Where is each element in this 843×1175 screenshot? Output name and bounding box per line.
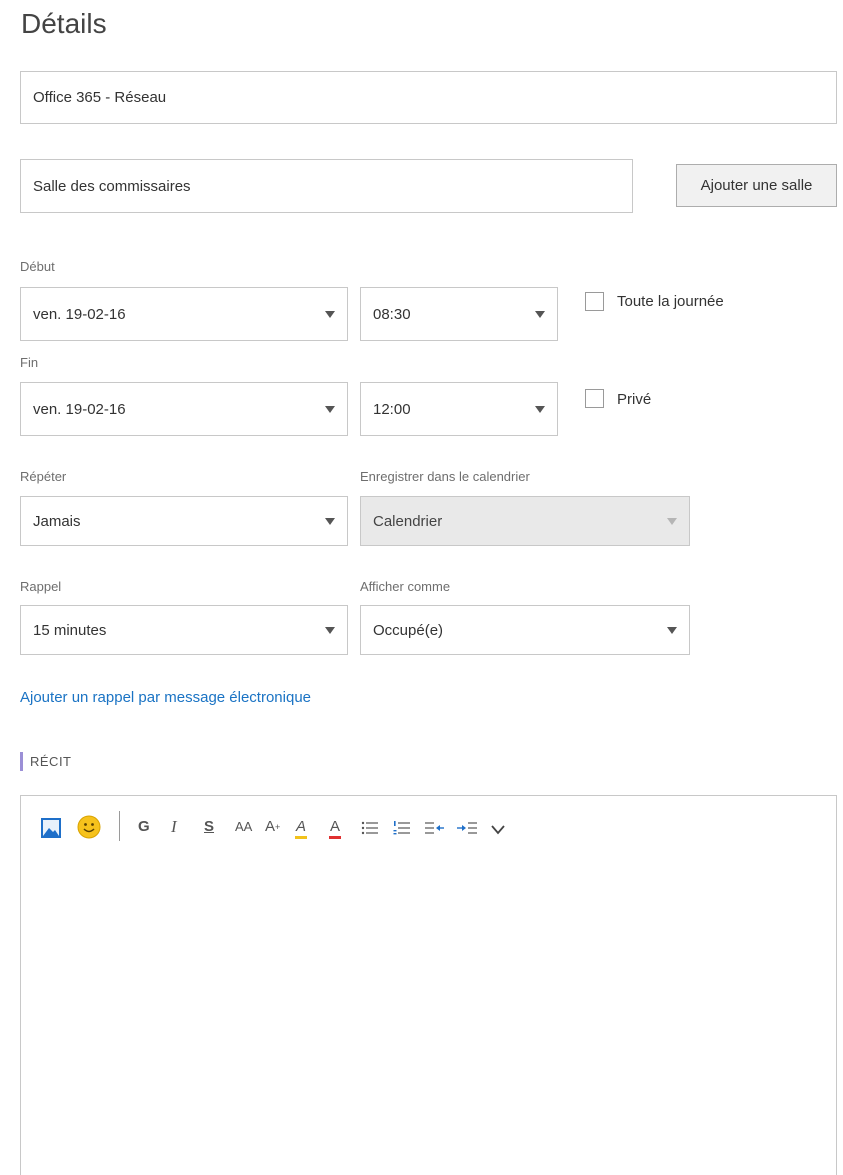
subject-value: Office 365 - Réseau (33, 89, 167, 106)
italic-button[interactable]: I (171, 818, 177, 836)
superscript-button[interactable]: A+ (265, 818, 280, 836)
chevron-down-icon (325, 406, 335, 413)
section-accent-bar (20, 752, 23, 771)
numbered-list-button[interactable] (393, 821, 411, 840)
chevron-down-icon (325, 518, 335, 525)
reminder-label: Rappel (20, 579, 62, 594)
end-date-select[interactable]: ven. 19-02-16 (20, 382, 348, 436)
chevron-down-icon (325, 627, 335, 634)
chevron-down-icon (667, 627, 677, 634)
superscript-mark: + (275, 822, 281, 832)
all-day-checkbox[interactable] (585, 292, 604, 311)
image-icon (41, 818, 61, 838)
reminder-select[interactable]: 15 minutes (20, 605, 348, 655)
chevron-down-icon (535, 406, 545, 413)
underline-button[interactable]: S (204, 818, 214, 836)
section-title: RÉCIT (30, 754, 72, 769)
numbered-list-icon (393, 821, 410, 835)
repeat-value: Jamais (33, 512, 81, 530)
bullet-list-button[interactable] (361, 821, 379, 840)
page-title: Détails (21, 8, 107, 39)
show-as-label: Afficher comme (360, 579, 451, 594)
outdent-icon (425, 822, 444, 834)
reminder-value: 15 minutes (33, 621, 107, 639)
email-reminder-link[interactable]: Ajouter un rappel par message électroniq… (20, 689, 311, 706)
private-label: Privé (617, 391, 652, 408)
repeat-label: Répéter (20, 469, 67, 484)
font-color-button[interactable]: A (329, 818, 342, 839)
location-input[interactable]: Salle des commissaires (20, 159, 633, 213)
repeat-select[interactable]: Jamais (20, 496, 348, 546)
highlight-button[interactable]: A (295, 818, 308, 839)
start-time-value: 08:30 (373, 305, 411, 323)
save-calendar-label: Enregistrer dans le calendrier (360, 469, 530, 484)
superscript-label: A (265, 818, 276, 835)
chevron-down-icon (491, 825, 505, 835)
toolbar-separator (119, 811, 120, 841)
start-date-select[interactable]: ven. 19-02-16 (20, 287, 348, 341)
chevron-down-icon (535, 311, 545, 318)
show-as-select[interactable]: Occupé(e) (360, 605, 690, 655)
end-date-value: ven. 19-02-16 (33, 400, 126, 418)
add-room-button[interactable]: Ajouter une salle (676, 164, 837, 207)
emoji-icon (77, 815, 101, 839)
insert-emoji-button[interactable] (77, 815, 101, 844)
more-options-button[interactable] (491, 822, 505, 840)
all-day-label: Toute la journée (617, 293, 724, 310)
start-time-select[interactable]: 08:30 (360, 287, 558, 341)
start-date-value: ven. 19-02-16 (33, 305, 126, 323)
location-value: Salle des commissaires (33, 177, 191, 195)
end-time-value: 12:00 (373, 400, 411, 418)
start-label: Début (20, 259, 55, 274)
chevron-down-icon (667, 518, 677, 525)
save-calendar-select: Calendrier (360, 496, 690, 546)
bullet-list-icon (361, 821, 378, 835)
bold-button[interactable]: G (138, 818, 150, 836)
save-calendar-value: Calendrier (373, 512, 443, 530)
indent-icon (457, 822, 477, 834)
outdent-button[interactable] (425, 821, 445, 840)
end-label: Fin (20, 355, 39, 370)
end-time-select[interactable]: 12:00 (360, 382, 558, 436)
indent-button[interactable] (457, 821, 477, 840)
subject-input[interactable]: Office 365 - Réseau (20, 71, 837, 124)
show-as-value: Occupé(e) (373, 621, 444, 639)
chevron-down-icon (325, 311, 335, 318)
insert-image-button[interactable] (40, 817, 62, 844)
body-editor[interactable]: G I S AA A+ A A (20, 795, 837, 1175)
font-size-button[interactable]: AA (235, 818, 252, 836)
private-checkbox[interactable] (585, 389, 604, 408)
